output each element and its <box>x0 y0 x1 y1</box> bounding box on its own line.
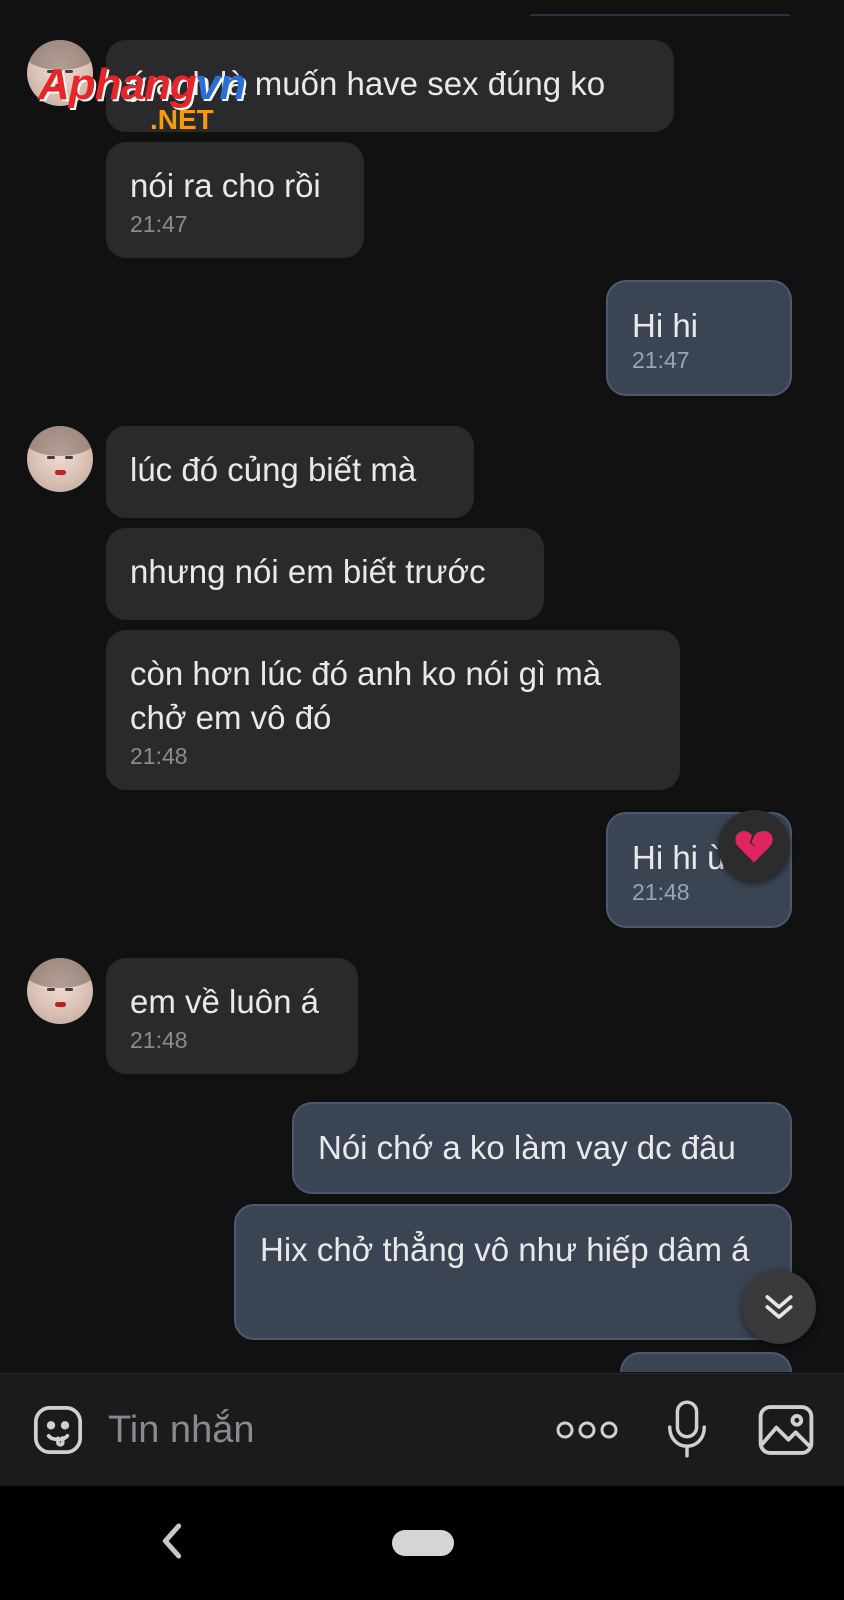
message-time: 21:47 <box>130 211 188 237</box>
message-text: Nói chớ a ko làm vay dc đâu <box>318 1129 736 1166</box>
incoming-message[interactable]: nhưng nói em biết trước <box>106 528 544 620</box>
incoming-message[interactable]: nói ra cho rồi 21:47 <box>106 142 364 258</box>
contact-avatar[interactable] <box>27 426 93 492</box>
incoming-message[interactable]: lúc đó củng biết mà <box>106 426 474 518</box>
message-text: lúc đó củng biết mà <box>130 451 417 488</box>
message-time: 21:48 <box>130 1027 188 1053</box>
message-time: 21:48 <box>130 743 188 769</box>
site-watermark-logo: Aphangvn .NET <box>38 60 246 135</box>
outgoing-message-partial[interactable] <box>620 1352 792 1372</box>
contact-avatar[interactable] <box>27 958 93 1024</box>
message-text: nói ra cho rồi <box>130 167 321 204</box>
sticker-face-icon <box>33 1405 83 1455</box>
image-button[interactable] <box>755 1400 817 1460</box>
home-pill-icon[interactable] <box>392 1530 454 1556</box>
message-list[interactable]: ý anh là muốn have sex đúng ko Aphangvn … <box>0 0 844 1372</box>
sticker-button[interactable] <box>28 1400 88 1460</box>
message-composer: Tin nhắn <box>0 1373 844 1487</box>
message-text: nhưng nói em biết trước <box>130 553 486 590</box>
message-input[interactable]: Tin nhắn <box>108 1402 528 1458</box>
system-navigation-bar <box>0 1486 844 1600</box>
more-button[interactable] <box>552 1402 622 1458</box>
outgoing-message[interactable]: Hix chở thẳng vô như hiếp dâm á <box>234 1204 792 1340</box>
outgoing-message[interactable]: Nói chớ a ko làm vay dc đâu <box>292 1102 792 1194</box>
broken-heart-icon <box>735 830 773 863</box>
microphone-icon <box>668 1400 706 1458</box>
message-time: 21:48 <box>632 879 690 905</box>
message-time: 21:47 <box>632 347 690 373</box>
message-reaction[interactable] <box>718 810 790 882</box>
more-dots-icon <box>556 1421 618 1439</box>
voice-button[interactable] <box>662 1396 712 1462</box>
incoming-message[interactable]: em về luôn á 21:48 <box>106 958 358 1074</box>
double-chevron-down-icon <box>765 1295 793 1319</box>
message-text: còn hơn lúc đó anh ko nói gì mà chở em v… <box>130 655 602 736</box>
incoming-message[interactable]: còn hơn lúc đó anh ko nói gì mà chở em v… <box>106 630 680 790</box>
outgoing-message[interactable]: Hi hi 21:47 <box>606 280 792 396</box>
image-icon <box>758 1405 814 1455</box>
message-text: Hix chở thẳng vô như hiếp dâm á <box>260 1231 750 1268</box>
scroll-to-bottom-button[interactable] <box>742 1270 816 1344</box>
back-chevron-icon[interactable] <box>152 1516 192 1566</box>
message-text: em về luôn á <box>130 983 319 1020</box>
